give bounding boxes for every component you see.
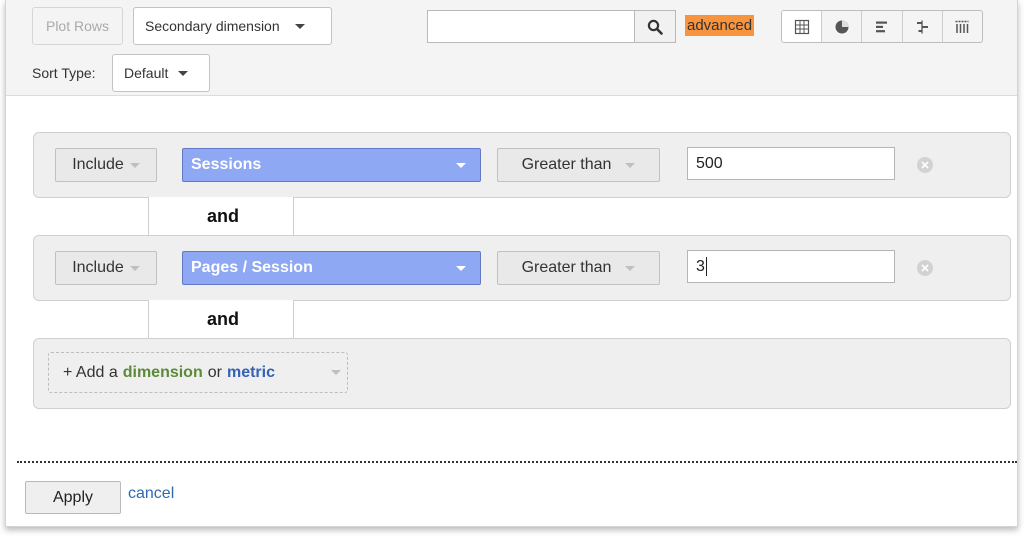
remove-filter-icon[interactable] bbox=[917, 157, 933, 173]
search-button[interactable] bbox=[634, 10, 676, 43]
plot-rows-label: Plot Rows bbox=[45, 18, 110, 34]
table-toolbar: Plot Rows Secondary dimension advanced S… bbox=[6, 0, 1017, 96]
chevron-down-icon bbox=[129, 265, 140, 271]
chevron-down-icon bbox=[456, 162, 466, 168]
and-label: and bbox=[206, 206, 239, 226]
include-dropdown[interactable]: Include bbox=[55, 251, 157, 285]
chevron-down-icon bbox=[129, 162, 140, 168]
secondary-dimension-label: Secondary dimension bbox=[145, 18, 280, 34]
apply-button[interactable]: Apply bbox=[25, 481, 121, 514]
bar-chart-icon bbox=[876, 21, 887, 32]
chevron-down-icon bbox=[294, 23, 305, 29]
advanced-link[interactable]: advanced bbox=[685, 15, 755, 36]
comparison-icon bbox=[917, 20, 929, 33]
remove-filter-icon[interactable] bbox=[917, 260, 933, 276]
grid-icon bbox=[794, 19, 809, 34]
filter-value-input[interactable]: 500 bbox=[687, 147, 895, 180]
divider bbox=[17, 461, 1017, 463]
filter-value-input[interactable]: 3 bbox=[687, 250, 895, 283]
text-cursor bbox=[705, 257, 707, 276]
include-dropdown[interactable]: Include bbox=[55, 148, 157, 182]
cancel-link[interactable]: cancel bbox=[128, 485, 174, 503]
pie-chart-icon bbox=[835, 20, 849, 33]
pivot-table-icon bbox=[955, 20, 969, 33]
secondary-dimension-dropdown[interactable]: Secondary dimension bbox=[133, 7, 332, 45]
pie-view-button[interactable] bbox=[822, 11, 863, 42]
plot-rows-button[interactable]: Plot Rows bbox=[32, 7, 123, 45]
advanced-filter-panel: Plot Rows Secondary dimension advanced S… bbox=[5, 0, 1018, 527]
metric-select[interactable]: Sessions bbox=[182, 148, 481, 182]
add-dimension-or-metric-button[interactable]: + Add a dimension or metric bbox=[48, 352, 348, 393]
condition-dropdown[interactable]: Greater than bbox=[497, 148, 660, 182]
chevron-down-icon bbox=[625, 162, 636, 168]
filter-row: Include Pages / Session Greater than 3 bbox=[33, 235, 1011, 301]
and-label: and bbox=[206, 309, 239, 329]
sort-type-value: Default bbox=[124, 65, 169, 81]
table-view-button[interactable] bbox=[782, 11, 823, 42]
chevron-down-icon bbox=[625, 265, 636, 271]
chevron-down-icon bbox=[456, 265, 466, 271]
metric-select[interactable]: Pages / Session bbox=[182, 251, 481, 285]
view-switcher bbox=[781, 10, 983, 43]
chevron-down-icon bbox=[178, 70, 189, 76]
performance-view-button[interactable] bbox=[862, 11, 903, 42]
sort-type-label: Sort Type: bbox=[32, 65, 96, 81]
filter-row: Include Sessions Greater than 500 bbox=[33, 132, 1011, 198]
pivot-view-button[interactable] bbox=[943, 11, 982, 42]
sort-type-dropdown[interactable]: Default bbox=[112, 54, 210, 92]
search-input[interactable] bbox=[427, 10, 634, 43]
comparison-view-button[interactable] bbox=[903, 11, 943, 42]
chevron-down-icon bbox=[331, 370, 341, 375]
search-icon bbox=[647, 19, 663, 35]
condition-dropdown[interactable]: Greater than bbox=[497, 251, 660, 285]
